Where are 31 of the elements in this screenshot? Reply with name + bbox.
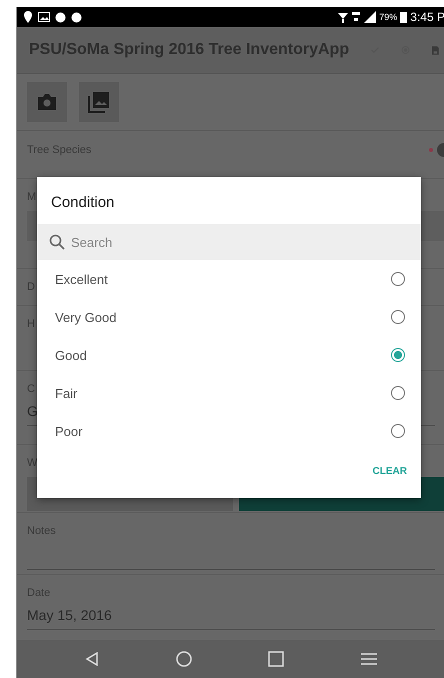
menu-icon[interactable]	[360, 653, 377, 665]
required-dot-icon	[429, 148, 433, 152]
home-icon[interactable]	[176, 651, 192, 667]
image-icon	[38, 12, 50, 22]
search-field[interactable]: Search	[37, 224, 421, 260]
recents-icon[interactable]	[268, 651, 284, 667]
radio-button[interactable]	[391, 310, 405, 324]
notification-dot-icon	[55, 12, 66, 22]
camera-icon	[36, 93, 58, 111]
battery-icon	[400, 11, 408, 23]
condition-option[interactable]: Fair	[37, 374, 421, 412]
status-time: 3:45 P	[410, 10, 444, 24]
notification-dot-icon	[71, 12, 82, 22]
condition-option[interactable]: Excellent	[37, 260, 421, 298]
wifi-icon	[338, 11, 348, 23]
location-pin-icon	[23, 11, 33, 23]
condition-option[interactable]: Poor	[37, 412, 421, 450]
condition-option[interactable]: Very Good	[37, 298, 421, 336]
search-icon	[49, 234, 65, 250]
battery-percent: 79%	[379, 12, 398, 22]
gallery-icon	[88, 91, 110, 113]
radio-button[interactable]	[391, 272, 405, 286]
condition-option[interactable]: Good	[37, 336, 421, 374]
camera-button[interactable]	[27, 82, 67, 122]
dialog-title: Condition	[50, 193, 116, 213]
radio-button[interactable]	[391, 386, 405, 400]
gallery-button[interactable]	[79, 82, 119, 122]
radio-button[interactable]	[391, 348, 405, 362]
back-icon[interactable]	[85, 652, 100, 666]
signal-icon	[364, 11, 376, 23]
radio-button[interactable]	[391, 424, 405, 438]
